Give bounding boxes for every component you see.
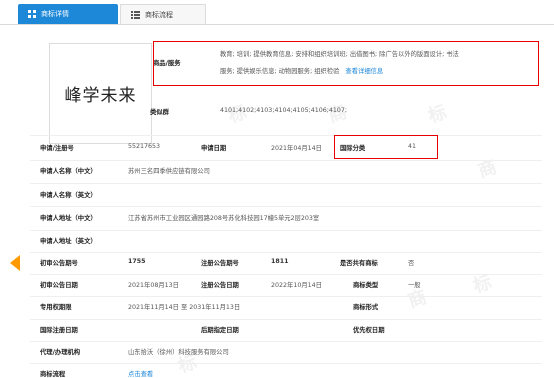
highlight-box-intl-class <box>334 135 438 159</box>
exclusive-label: 专用权期限 <box>40 304 72 311</box>
tab-label: 商标详情 <box>41 10 69 18</box>
applicant-en-label: 申请人名称（英文） <box>40 192 97 199</box>
address-en-label: 申请人地址（英文） <box>40 238 97 245</box>
tab-bar: 商标详情 商标流程 <box>0 0 554 25</box>
watermark: 商 <box>475 156 500 183</box>
reg-no-value: 55217653 <box>128 143 161 150</box>
intl-reg-label: 国际注册日期 <box>40 327 78 334</box>
tab-label: 商标流程 <box>145 10 173 19</box>
address-cn-label: 申请人地址（中文） <box>40 215 97 222</box>
divider <box>30 341 542 342</box>
list-icon <box>131 10 140 19</box>
divider <box>30 135 542 136</box>
shared-label: 是否共有商标 <box>340 260 378 267</box>
grid-icon <box>28 10 36 18</box>
later-reg-label: 后期指定日期 <box>201 327 239 334</box>
reg-notice-date-value: 2022年10月14日 <box>271 282 322 289</box>
priority-label: 优先权日期 <box>353 327 385 334</box>
divider <box>30 363 542 364</box>
watermark: 标 <box>425 101 450 128</box>
divider <box>30 160 542 161</box>
exclusive-value: 2021年11月14日 至 2031年11月13日 <box>128 304 241 311</box>
divider <box>30 274 542 275</box>
trademark-name: 峰学未来 <box>64 86 137 106</box>
tm-form-label: 商标形式 <box>353 304 379 311</box>
tab-trademark-process[interactable]: 商标流程 <box>120 4 206 24</box>
divider <box>30 296 542 297</box>
address-cn-value: 江苏省苏州市工业园区通园路208号苏化科技园17幢5单元2层203室 <box>128 215 320 222</box>
reg-notice-no-label: 注册公告期号 <box>201 260 239 267</box>
tab-trademark-details[interactable]: 商标详情 <box>18 4 118 24</box>
similar-group-label: 类似群 <box>150 109 169 116</box>
divider <box>30 206 542 207</box>
applicant-cn-value: 苏州三名四季供应链有限公司 <box>128 168 210 175</box>
shared-value: 否 <box>408 260 415 267</box>
applicant-cn-label: 申请人名称（中文） <box>40 168 97 175</box>
agent-value: 山东拾沃（徐州）科技服务有限公司 <box>128 349 229 356</box>
reg-notice-date-label: 注册公告日期 <box>201 282 239 289</box>
prelim-no-label: 初审公告期号 <box>40 260 78 267</box>
reg-notice-no-value: 1811 <box>271 258 289 265</box>
divider <box>30 183 542 184</box>
prelim-date-value: 2021年08月13日 <box>128 282 179 289</box>
trademark-image: 峰学未来 <box>49 43 152 144</box>
app-date-value: 2021年04月14日 <box>271 145 322 152</box>
watermark: 标 <box>470 271 495 298</box>
app-date-label: 申请日期 <box>201 145 227 152</box>
agent-label: 代理/办理机构 <box>40 349 81 356</box>
similar-group-value: 4101;4102;4103;4104;4105;4106;4107; <box>220 107 348 114</box>
tm-type-label: 商标类型 <box>353 282 379 289</box>
prelim-no-value: 1755 <box>128 258 146 265</box>
tm-flow-label: 商标流程 <box>40 371 66 378</box>
highlight-box-goods <box>153 41 539 86</box>
divider <box>30 230 542 231</box>
reg-no-label: 申请/注册号 <box>40 145 74 152</box>
trademark-detail-panel: 标 商 标 商 标 商 标 峰学未来 商品/服务 教育; 培训; 提供教育信息;… <box>18 30 554 378</box>
divider <box>30 252 542 253</box>
tm-type-value: 一般 <box>408 282 421 289</box>
tm-flow-link[interactable]: 点击查看 <box>128 369 153 378</box>
divider <box>30 319 542 320</box>
prelim-date-label: 初审公告日期 <box>40 282 78 289</box>
